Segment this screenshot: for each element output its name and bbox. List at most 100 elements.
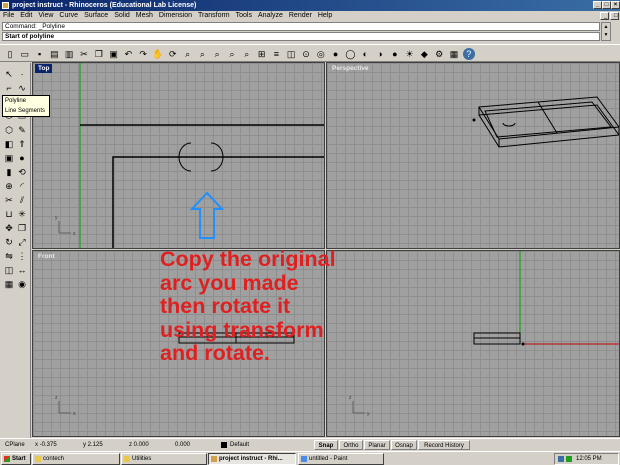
- scroll-down-icon[interactable]: ▼: [602, 31, 610, 39]
- open-file-icon[interactable]: ▭: [19, 48, 31, 60]
- zoom-all-icon[interactable]: ⌕: [241, 48, 253, 60]
- object-properties-icon[interactable]: ●: [330, 48, 342, 60]
- paste-icon[interactable]: ▣: [108, 48, 120, 60]
- wireframe-icon[interactable]: ◯: [344, 48, 356, 60]
- light-icon[interactable]: ☀: [404, 48, 416, 60]
- tray-app-icon[interactable]: [566, 456, 572, 462]
- osnap-icon[interactable]: ◎: [315, 48, 327, 60]
- menu-help[interactable]: Help: [315, 11, 335, 21]
- tooltip-item-polyline[interactable]: Polyline: [5, 96, 49, 106]
- pan-icon[interactable]: ✋: [152, 48, 164, 60]
- tooltip-item-line-segments[interactable]: Line Segments: [5, 106, 49, 116]
- select-icon[interactable]: ↖: [3, 68, 15, 80]
- menu-mesh[interactable]: Mesh: [133, 11, 156, 21]
- revolve-icon[interactable]: ⟲: [16, 166, 28, 178]
- command-prompt-input[interactable]: Start of polyline: [2, 32, 600, 41]
- rendered-icon[interactable]: ◑: [374, 48, 386, 60]
- copy-icon[interactable]: ❐: [16, 222, 28, 234]
- array-icon[interactable]: ⋮: [16, 250, 28, 262]
- rotate-icon[interactable]: ↻: [3, 236, 15, 248]
- explode-icon[interactable]: ✳: [16, 208, 28, 220]
- point-icon[interactable]: ∙: [16, 68, 28, 80]
- viewport-perspective[interactable]: Perspective: [326, 62, 620, 249]
- print-icon[interactable]: ▤: [48, 48, 60, 60]
- extrude-icon[interactable]: ⇑: [16, 138, 28, 150]
- help-icon[interactable]: ?: [462, 48, 475, 60]
- select-point-icon[interactable]: ⊙: [300, 48, 312, 60]
- freeform-icon[interactable]: ✎: [16, 124, 28, 136]
- polyline-icon[interactable]: ⌐: [3, 82, 15, 94]
- trim-icon[interactable]: ✂: [3, 194, 15, 206]
- render-icon[interactable]: ◉: [16, 278, 28, 290]
- menu-solid[interactable]: Solid: [111, 11, 133, 21]
- scale-icon[interactable]: ⤢: [16, 236, 28, 248]
- render-sphere-icon[interactable]: ●: [389, 48, 401, 60]
- menu-curve[interactable]: Curve: [56, 11, 81, 21]
- material-icon[interactable]: ◆: [418, 48, 430, 60]
- cylinder-icon[interactable]: ▮: [3, 166, 15, 178]
- viewport-top[interactable]: Top yx: [32, 62, 325, 249]
- osnap-button[interactable]: Osnap: [391, 440, 417, 450]
- snap-button[interactable]: Snap: [314, 440, 338, 450]
- rotate-view-icon[interactable]: ⟳: [167, 48, 179, 60]
- import-icon[interactable]: ▥: [63, 48, 75, 60]
- menu-tools[interactable]: Tools: [233, 11, 255, 21]
- cut-icon[interactable]: ✂: [78, 48, 90, 60]
- close-button[interactable]: ×: [611, 1, 620, 9]
- menu-transform[interactable]: Transform: [195, 11, 233, 21]
- group-icon[interactable]: ◫: [3, 264, 15, 276]
- curve-icon[interactable]: ∿: [16, 82, 28, 94]
- network-icon[interactable]: [558, 456, 564, 462]
- scroll-up-icon[interactable]: ▲: [602, 23, 610, 31]
- menu-edit[interactable]: Edit: [17, 11, 35, 21]
- doc-minimize-button[interactable]: _: [600, 12, 609, 20]
- surface-icon[interactable]: ◧: [3, 138, 15, 150]
- maximize-button[interactable]: □: [602, 1, 611, 9]
- menu-surface[interactable]: Surface: [81, 11, 111, 21]
- planar-button[interactable]: Planar: [364, 440, 390, 450]
- options-icon[interactable]: ⚙: [433, 48, 445, 60]
- toolbars-icon[interactable]: ▦: [448, 48, 460, 60]
- ortho-button[interactable]: Ortho: [339, 440, 363, 450]
- task-contech[interactable]: contech: [32, 453, 120, 465]
- box-icon[interactable]: ▣: [3, 152, 15, 164]
- layers-icon[interactable]: ≡: [270, 48, 282, 60]
- menu-render[interactable]: Render: [286, 11, 315, 21]
- menu-file[interactable]: File: [0, 11, 17, 21]
- menu-dimension[interactable]: Dimension: [156, 11, 195, 21]
- minimize-button[interactable]: _: [593, 1, 602, 9]
- join-icon[interactable]: ⊔: [3, 208, 15, 220]
- dimension-icon[interactable]: ↔: [16, 264, 28, 276]
- menu-analyze[interactable]: Analyze: [255, 11, 286, 21]
- copy-icon[interactable]: ❐: [93, 48, 105, 60]
- zoom-selected-icon[interactable]: ⌕: [226, 48, 238, 60]
- task-rhino[interactable]: project instruct - Rhi...: [208, 453, 296, 465]
- zoom-dynamic-icon[interactable]: ⌕: [182, 48, 194, 60]
- polygon-icon[interactable]: ⬡: [3, 124, 15, 136]
- task-utilities[interactable]: Utilities: [121, 453, 207, 465]
- task-paint[interactable]: untitled - Paint: [298, 453, 384, 465]
- move-icon[interactable]: ✥: [3, 222, 15, 234]
- zoom-extents-icon[interactable]: ⌕: [211, 48, 223, 60]
- menu-view[interactable]: View: [35, 11, 56, 21]
- shaded-icon[interactable]: ◐: [359, 48, 371, 60]
- status-cplane[interactable]: CPlane: [2, 440, 32, 450]
- redo-icon[interactable]: ↷: [137, 48, 149, 60]
- start-button[interactable]: Start: [1, 453, 31, 465]
- undo-icon[interactable]: ↶: [122, 48, 134, 60]
- doc-restore-button[interactable]: □: [610, 12, 619, 20]
- save-icon[interactable]: ▪: [34, 48, 46, 60]
- properties-icon[interactable]: ◫: [285, 48, 297, 60]
- mirror-icon[interactable]: ⇋: [3, 250, 15, 262]
- record-history-button[interactable]: Record History: [418, 440, 470, 450]
- command-scrollbar[interactable]: ▲ ▼: [601, 22, 611, 41]
- zoom-window-icon[interactable]: ⌕: [196, 48, 208, 60]
- status-layer[interactable]: Default: [227, 440, 307, 450]
- boolean-icon[interactable]: ⊕: [3, 180, 15, 192]
- viewport-layout-icon[interactable]: ⊞: [256, 48, 268, 60]
- sphere-icon[interactable]: ●: [16, 152, 28, 164]
- fillet-icon[interactable]: ◜: [16, 180, 28, 192]
- new-file-icon[interactable]: ▯: [4, 48, 16, 60]
- split-icon[interactable]: ⫽: [16, 194, 28, 206]
- mesh-icon[interactable]: ▦: [3, 278, 15, 290]
